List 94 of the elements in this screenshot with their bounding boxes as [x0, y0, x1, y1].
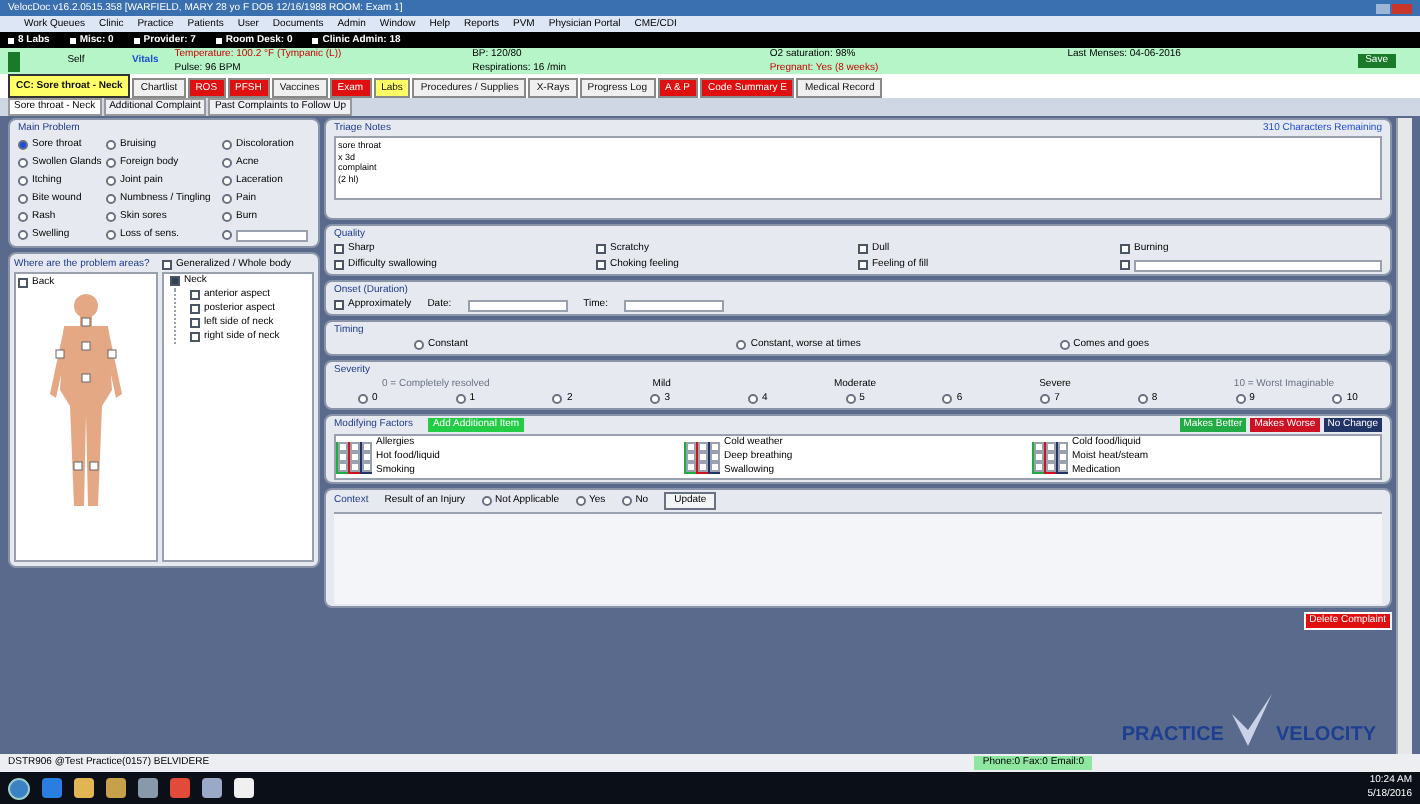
checkbox[interactable]	[334, 244, 344, 254]
checkbox[interactable]	[190, 332, 200, 342]
checkbox[interactable]	[334, 260, 344, 270]
factor-checkbox[interactable]	[349, 462, 359, 472]
queue-icon	[133, 37, 140, 43]
queue-icon	[69, 37, 76, 43]
other-field[interactable]	[236, 229, 308, 241]
radio-button[interactable]	[106, 158, 116, 168]
checkbox[interactable]	[190, 290, 200, 300]
radio-button[interactable]	[455, 394, 466, 404]
radio-button[interactable]	[942, 394, 953, 404]
radio-button[interactable]	[222, 140, 232, 150]
radio-button[interactable]	[106, 212, 116, 222]
factor-checkbox[interactable]	[337, 452, 347, 462]
logo-text: PRACTICE	[1121, 726, 1224, 746]
factor-checkbox[interactable]	[1033, 452, 1043, 462]
radio-button[interactable]	[222, 194, 232, 204]
checkbox[interactable]	[858, 260, 868, 270]
radio-button[interactable]	[747, 394, 758, 404]
checkbox[interactable]	[1120, 260, 1130, 270]
factor-checkbox[interactable]	[697, 462, 707, 472]
checkbox[interactable]	[858, 244, 868, 254]
checkbox[interactable]	[170, 276, 180, 286]
radio-button[interactable]	[222, 176, 232, 186]
radio-button[interactable]	[18, 176, 28, 186]
factor-checkbox[interactable]	[337, 442, 347, 452]
start-icon[interactable]	[8, 777, 30, 799]
checkbox[interactable]	[190, 304, 200, 314]
radio-button[interactable]	[358, 394, 368, 404]
factor-checkbox[interactable]	[1057, 442, 1067, 452]
factor-checkbox[interactable]	[709, 442, 719, 452]
radio-button[interactable]	[18, 158, 28, 168]
factor-checkbox[interactable]	[1045, 442, 1055, 452]
factor-checkbox[interactable]	[1057, 462, 1067, 472]
radio-button[interactable]	[1059, 340, 1070, 350]
factor-checkbox[interactable]	[697, 442, 707, 452]
radio-button[interactable]	[18, 212, 28, 222]
checkbox[interactable]	[596, 260, 606, 270]
radio-button[interactable]	[106, 176, 116, 186]
factor-checkbox[interactable]	[361, 452, 371, 462]
radio-button[interactable]	[650, 394, 661, 404]
factor-checkbox[interactable]	[1033, 462, 1043, 472]
minimize-icon[interactable]	[1376, 3, 1390, 13]
factor-checkbox[interactable]	[709, 452, 719, 462]
factor-checkbox[interactable]	[337, 462, 347, 472]
radio-button[interactable]	[106, 194, 116, 204]
factor-checkbox[interactable]	[1045, 452, 1055, 462]
factor-checkbox[interactable]	[685, 442, 695, 452]
check-mark-icon	[1227, 694, 1272, 746]
radio-button[interactable]	[621, 496, 632, 506]
radio-button[interactable]	[845, 394, 856, 404]
other-field[interactable]	[1134, 259, 1382, 271]
queue-icon	[8, 37, 14, 43]
context-notes-field[interactable]	[334, 512, 1382, 604]
radio-button[interactable]	[106, 230, 116, 240]
radio-button[interactable]	[1332, 394, 1343, 404]
radio-button[interactable]	[18, 230, 28, 240]
radio-button[interactable]	[1040, 394, 1051, 404]
factor-checkbox[interactable]	[697, 452, 707, 462]
radio-button[interactable]	[414, 340, 424, 350]
radio-button[interactable]	[1235, 394, 1246, 404]
checkbox[interactable]	[162, 260, 172, 270]
radio-button[interactable]	[18, 194, 28, 204]
radio-button[interactable]	[575, 496, 586, 506]
checkbox[interactable]	[1120, 244, 1130, 254]
factor-checkbox[interactable]	[349, 452, 359, 462]
factor-checkbox[interactable]	[361, 442, 371, 452]
radio-button[interactable]	[106, 140, 116, 150]
date-field[interactable]	[467, 299, 568, 311]
factor-checkbox[interactable]	[349, 442, 359, 452]
radio-button[interactable]	[222, 212, 232, 222]
factor-checkbox[interactable]	[361, 462, 371, 472]
checkbox[interactable]	[190, 318, 200, 328]
logo-text: VELOCITY	[1275, 726, 1376, 746]
queue-icon	[312, 37, 319, 43]
radio-button[interactable]	[736, 340, 747, 350]
checkbox[interactable]	[334, 300, 344, 310]
radio-button[interactable]	[1137, 394, 1148, 404]
radio-button[interactable]	[222, 230, 232, 240]
radio-button[interactable]	[481, 496, 492, 506]
factor-checkbox[interactable]	[685, 452, 695, 462]
checkbox[interactable]	[596, 244, 606, 254]
queue-icon	[215, 37, 222, 43]
factor-checkbox[interactable]	[1057, 452, 1067, 462]
radio-button[interactable]	[222, 158, 232, 168]
radio-button[interactable]	[552, 394, 563, 404]
radio-button[interactable]	[18, 140, 28, 150]
factor-checkbox[interactable]	[1033, 442, 1043, 452]
factor-checkbox[interactable]	[685, 462, 695, 472]
time-field[interactable]	[623, 299, 724, 311]
factor-checkbox[interactable]	[709, 462, 719, 472]
factor-checkbox[interactable]	[1045, 462, 1055, 472]
checkbox[interactable]	[18, 278, 28, 288]
patient-icon	[8, 51, 20, 71]
